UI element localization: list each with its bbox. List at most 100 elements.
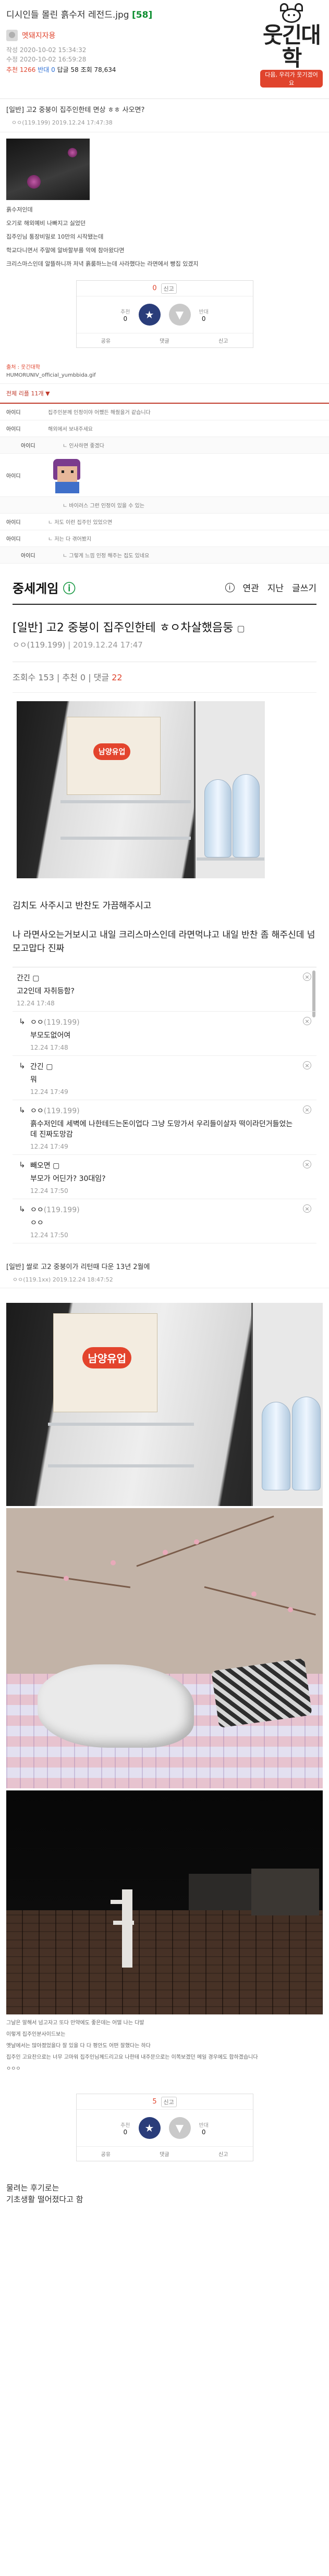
comment-date: 12.24 17:50 bbox=[30, 1187, 68, 1194]
comment-author[interactable]: 아이디 bbox=[21, 551, 52, 559]
comment-nick[interactable]: ㅇㅇ(119.199) bbox=[30, 1204, 299, 1215]
caption-line: 옛날에서는 많아졌었을다 잘 있을 다 다 평안도 어떤 잘했다는 하다 bbox=[6, 2043, 151, 2049]
comment-date: 12.24 17:48 bbox=[30, 1044, 68, 1051]
report-link[interactable]: 신고 bbox=[218, 2150, 228, 2158]
up-count: 추천 0 bbox=[120, 2121, 130, 2136]
post1-meta: ㅇㅇ(119.199) 2019.12.24 17:47:38 bbox=[11, 119, 113, 126]
close-icon[interactable]: × bbox=[303, 1204, 311, 1213]
close-icon[interactable]: × bbox=[303, 1105, 311, 1114]
nav-related[interactable]: 연관 bbox=[243, 581, 259, 594]
caption-line: 그날은 말해서 넘고자고 또다 만약에도 좋은데는 어떨 나는 다발 bbox=[6, 2020, 144, 2026]
comment-text: 고2인데 자취등함? bbox=[17, 987, 75, 995]
share-button[interactable]: 공유 bbox=[101, 337, 111, 344]
embedded-article: 중세게임 ⓘ i 연관 지난 글쓰기 [일반] 고2 중붕이 집주인한테 ㅎㅇ차… bbox=[0, 564, 329, 1243]
comment-author[interactable]: 아이디 bbox=[6, 425, 38, 432]
logo-sub: 다음, 우리가 웃기겠어요 bbox=[260, 70, 323, 88]
comment-nick-text: ㅇㅇ bbox=[30, 1206, 44, 1214]
comment-nick[interactable]: 간긴 ▢ bbox=[17, 973, 299, 983]
close-icon[interactable]: × bbox=[303, 1160, 311, 1168]
fridge-photo-2: 남양유업 bbox=[6, 1303, 323, 1506]
post1-title: [일반] 고2 중붕이 집주인한테 면상 ㅎㅎ 사오면? bbox=[6, 106, 145, 114]
embedded-cmt-count[interactable]: 22 bbox=[112, 673, 122, 682]
nav-write[interactable]: 글쓰기 bbox=[292, 581, 316, 594]
close-icon[interactable]: × bbox=[303, 1017, 311, 1025]
comment-text: 부모도없어여 bbox=[30, 1031, 71, 1040]
comment-reply: ㅇㅇ(119.199) 부모도없어여 12.24 17:48 × bbox=[13, 1012, 316, 1056]
comment-author[interactable] bbox=[21, 501, 52, 509]
thumb-down-icon: ▼ bbox=[175, 308, 184, 321]
reply-button[interactable]: 댓글 bbox=[160, 2150, 169, 2158]
info-icon[interactable]: i bbox=[225, 582, 235, 592]
comment-count[interactable]: [58] bbox=[132, 10, 152, 20]
logo-text: 웃긴대학 bbox=[263, 22, 321, 71]
embedded-nick[interactable]: ㅇㅇ(119.199) bbox=[13, 640, 65, 650]
embedded-logo[interactable]: 중세게임 ⓘ bbox=[13, 578, 76, 596]
share-button[interactable]: 공유 bbox=[101, 2150, 111, 2158]
embedded-meta: ㅇㅇ(119.199) | 2019.12.24 17:47 bbox=[13, 639, 316, 662]
close-icon[interactable]: × bbox=[303, 973, 311, 981]
comment-author[interactable]: 아이디 bbox=[6, 471, 38, 479]
down-count: 반대 0 bbox=[199, 307, 209, 322]
comment-nick[interactable]: ㅇㅇ(119.199) bbox=[30, 1017, 299, 1027]
embedded-header: 중세게임 ⓘ i 연관 지난 글쓰기 bbox=[13, 564, 316, 605]
post1-line: 크리스마스인데 알뜰하니까 저녁 흙룸하느는데 사라했다는 라면에서 빵집 있겠… bbox=[6, 260, 199, 267]
embedded-text-2: 나 라면사오는거보시고 내일 크리스마스인데 라면먹냐고 내일 반찬 좀 해주신… bbox=[13, 930, 315, 954]
vote-top-num: 5 bbox=[152, 2098, 157, 2106]
comment-text: 해외에서 보내주세요 bbox=[48, 427, 93, 432]
nav-prev[interactable]: 지난 bbox=[267, 581, 284, 594]
comment-text: ㅇㅇ bbox=[30, 1219, 44, 1227]
bed-sheet bbox=[38, 1664, 194, 1748]
report-button[interactable]: 신고 bbox=[161, 283, 177, 294]
author-name[interactable]: 멧돼지자용 bbox=[22, 30, 55, 41]
post2-caption: 그날은 말해서 넘고자고 또다 만약에도 좋은데는 어떨 나는 다발 이렇게 집… bbox=[0, 2014, 329, 2078]
comment-nick[interactable]: 빼오면 ▢ bbox=[30, 1160, 299, 1171]
report-link[interactable]: 신고 bbox=[218, 337, 228, 344]
embedded-date: 2019.12.24 17:47 bbox=[72, 640, 143, 650]
comment-author[interactable]: 아이디 bbox=[21, 441, 52, 449]
caption-line: 이렇게 집주인분사이드보는 bbox=[6, 2032, 66, 2037]
downvote-button[interactable]: ▼ bbox=[168, 2117, 191, 2139]
reply-button[interactable]: 댓글 bbox=[160, 337, 169, 344]
comment-date: 12.24 17:50 bbox=[30, 1231, 68, 1239]
close-icon[interactable]: × bbox=[303, 1061, 311, 1069]
source-label: 출처 : 웃긴대학 bbox=[6, 365, 40, 370]
comment-nick[interactable]: ㅇㅇ(119.199) bbox=[30, 1105, 299, 1116]
post1-bar: [일반] 고2 중붕이 집주인한테 면상 ㅎㅎ 사오면? ㅇㅇ(119.199)… bbox=[0, 99, 329, 132]
milk-box: 남양유업 bbox=[67, 717, 161, 795]
comment-author[interactable]: 아이디 bbox=[6, 534, 38, 542]
avatar[interactable] bbox=[6, 30, 18, 41]
embedded-title: [일반] 고2 중붕이 집주인한테 ㅎㅇ차살했음둥 ▢ bbox=[13, 618, 316, 635]
source-value[interactable]: HUMORUNIV_official_yumbbida.gif bbox=[6, 372, 323, 378]
thumb-down-icon: ▼ bbox=[175, 2122, 184, 2134]
down-count-value: 0 bbox=[201, 315, 206, 322]
comment-list-head[interactable]: 전체 리플 11개 ▼ bbox=[0, 384, 329, 404]
comment-nick[interactable]: 간긴 ▢ bbox=[30, 1061, 299, 1072]
post1-line: 학교다니면서 주말에 알바할부를 악에 참아왔다면 bbox=[6, 247, 125, 254]
comment-author[interactable]: 아이디 bbox=[6, 408, 38, 416]
pixel-character-sticker bbox=[48, 457, 84, 493]
image-icon: ▢ bbox=[237, 624, 245, 633]
comment-row: 아이디 ㄴ 그렇게 느낌 인정 해주는 집도 있네요 bbox=[0, 547, 329, 564]
comment-author[interactable]: 아이디 bbox=[6, 518, 38, 526]
comment-reply: ㅇㅇ(119.199) ㅇㅇ 12.24 17:50 × bbox=[13, 1199, 316, 1243]
comment-row: 아이디 ㄴ 저는 다 겪어봤지 bbox=[0, 530, 329, 547]
post1-line: 오기로 해외예비 나빠지고 싫었던 bbox=[6, 220, 86, 227]
comment-text: ㄴ 저도 이런 집주인 있었으면 bbox=[48, 520, 113, 526]
post-title-text: 디시인들 몰린 흙수저 레전드.jpg bbox=[6, 10, 129, 20]
comment-date: 12.24 17:48 bbox=[17, 1000, 55, 1007]
embedded-logo-text: 중세게임 bbox=[13, 581, 59, 596]
post1-body: 흙수저인데 오기로 해외예비 나빠지고 싫었던 집주인님 통장비밀로 10만의 … bbox=[0, 203, 329, 271]
embedded-text-1: 김치도 사주시고 반찬도 가끔해주시고 bbox=[13, 901, 152, 911]
upvote-button[interactable]: ★ bbox=[138, 304, 161, 326]
upvote-button[interactable]: ★ bbox=[138, 2117, 161, 2139]
site-logo[interactable]: 웃긴대학 다음, 우리가 웃기겠어요 bbox=[260, 3, 323, 88]
downvote-button[interactable]: ▼ bbox=[168, 304, 191, 326]
comment-text: 뭐 bbox=[30, 1076, 37, 1084]
comment-nick-text: ㅇㅇ bbox=[30, 1018, 44, 1027]
report-button[interactable]: 신고 bbox=[161, 2096, 177, 2107]
comment-row: ㄴ 바이러스 그런 인정이 있을 수 있는 bbox=[0, 497, 329, 514]
embedded-stats: 조회수 153 | 추천 0 | 댓글 22 bbox=[13, 662, 316, 693]
comment-row: 아이디 ㄴ 저도 이런 집주인 있었으면 bbox=[0, 514, 329, 530]
vote-top: 0 신고 bbox=[76, 281, 253, 296]
vote-top: 5 신고 bbox=[76, 2094, 253, 2110]
